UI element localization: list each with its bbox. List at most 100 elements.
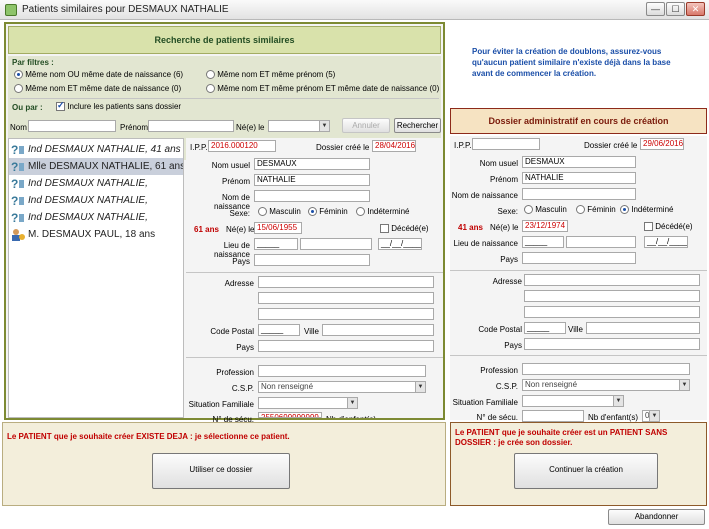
pays2-field[interactable] <box>258 340 434 352</box>
csp-combo[interactable]: Non renseigné ▼ <box>258 381 426 393</box>
search-nom-input[interactable] <box>28 120 116 132</box>
nom-usuel-field[interactable]: DESMAUX <box>254 158 370 170</box>
use-file-button[interactable]: Utiliser ce dossier <box>152 453 290 489</box>
results-list[interactable]: ? Ind DESMAUX NATHALIE, 41 ans ? Mlle DE… <box>8 138 184 418</box>
radio-icon[interactable] <box>308 207 317 217</box>
continue-creation-button[interactable]: Continuer la création <box>514 453 658 489</box>
sexe-indetermine[interactable]: Indéterminé <box>356 207 409 217</box>
list-item[interactable]: ? Mlle DESMAUX NATHALIE, 61 ans <box>9 158 183 175</box>
pays-field[interactable] <box>254 254 370 266</box>
list-item[interactable]: ? Ind DESMAUX NATHALIE, <box>9 175 183 192</box>
abandon-button[interactable]: Abandonner <box>608 509 705 525</box>
chevron-down-icon[interactable]: ▼ <box>649 411 659 421</box>
secu-field[interactable] <box>522 410 584 422</box>
radio-icon[interactable] <box>14 84 23 94</box>
include-without-file-checkbox[interactable]: Inclure les patients sans dossier <box>56 100 181 112</box>
sexe-masculin[interactable]: Masculin <box>524 205 567 215</box>
chevron-down-icon[interactable]: ▼ <box>415 382 425 392</box>
radio-icon[interactable] <box>206 84 215 94</box>
adresse-line-2[interactable] <box>258 292 434 304</box>
nom-naissance-field[interactable] <box>522 188 636 200</box>
created-field[interactable]: 29/06/2016 <box>640 138 684 150</box>
lieu-code-field[interactable]: _____ <box>522 236 564 248</box>
radio-icon[interactable] <box>206 70 215 80</box>
cp-field[interactable]: _____ <box>258 324 300 336</box>
list-item[interactable]: ? Ind DESMAUX NATHALIE, <box>9 192 183 209</box>
decede-checkbox[interactable]: Décédé(e) <box>644 222 693 232</box>
chevron-down-icon[interactable]: ▼ <box>613 396 623 406</box>
radio-icon[interactable] <box>620 205 629 215</box>
search-button[interactable]: Rechercher <box>394 118 441 133</box>
adresse-line-1[interactable] <box>524 274 700 286</box>
search-date-combo[interactable]: ▼ <box>268 120 330 132</box>
secu-field[interactable]: 2550699999999 <box>258 412 322 418</box>
lieu-ville-field[interactable] <box>300 238 372 250</box>
chevron-down-icon[interactable]: ▼ <box>319 121 329 131</box>
ville-label: Ville <box>304 327 319 336</box>
checkbox-icon[interactable] <box>380 224 389 234</box>
unknown-patient-icon: ? <box>11 143 24 156</box>
age-label: 61 ans <box>194 225 219 234</box>
lieu-ville-field[interactable] <box>566 236 636 248</box>
unknown-patient-icon: ? <box>11 177 24 190</box>
decede-date-field[interactable]: __/__/____ <box>644 236 688 248</box>
situation-label: Situation Familiale <box>188 400 254 409</box>
radio-icon[interactable] <box>576 205 585 215</box>
radio-icon[interactable] <box>356 207 365 217</box>
created-field[interactable]: 28/04/2016 <box>372 140 416 152</box>
situation-combo[interactable]: ▼ <box>258 397 358 409</box>
sexe-feminin[interactable]: Féminin <box>576 205 616 215</box>
ipp-field[interactable]: 2016.000120 <box>208 140 276 152</box>
list-item[interactable]: M. DESMAUX PAUL, 18 ans <box>9 226 183 243</box>
adresse-line-1[interactable] <box>258 276 434 288</box>
decede-date-field[interactable]: __/__/____ <box>378 238 422 250</box>
radio-icon[interactable] <box>258 207 267 217</box>
radio-icon[interactable] <box>524 205 533 215</box>
ville-label: Ville <box>568 325 583 334</box>
csp-combo[interactable]: Non renseigné ▼ <box>522 379 690 391</box>
search-prenom-input[interactable] <box>148 120 234 132</box>
sexe-masculin[interactable]: Masculin <box>258 207 301 217</box>
situation-combo[interactable]: ▼ <box>522 395 624 407</box>
minimize-button[interactable]: — <box>646 2 665 16</box>
adresse-line-3[interactable] <box>258 308 434 320</box>
cancel-button[interactable]: Annuler <box>342 118 390 133</box>
prenom-field[interactable]: NATHALIE <box>522 172 636 184</box>
radio-icon[interactable] <box>14 70 23 80</box>
nom-usuel-field[interactable]: DESMAUX <box>522 156 636 168</box>
pays-field[interactable] <box>522 252 636 264</box>
sexe-indetermine[interactable]: Indéterminé <box>620 205 673 215</box>
lieu-code-field[interactable]: _____ <box>254 238 298 250</box>
prenom-field[interactable]: NATHALIE <box>254 174 370 186</box>
checkbox-icon[interactable] <box>644 222 653 232</box>
ville-field[interactable] <box>586 322 700 334</box>
situation-label: Situation Familiale <box>452 398 518 407</box>
divider <box>450 270 707 271</box>
ville-field[interactable] <box>322 324 434 336</box>
filter-option-3[interactable]: Même nom ET même date de naissance (0) <box>14 84 181 94</box>
nom-naissance-field[interactable] <box>254 190 370 202</box>
pays-label: Pays <box>500 255 518 264</box>
pays2-field[interactable] <box>524 338 700 350</box>
ipp-field[interactable] <box>472 138 540 150</box>
profession-field[interactable] <box>522 363 690 375</box>
filter-option-4[interactable]: Même nom ET même prénom ET même date de … <box>206 84 439 94</box>
checkbox-icon[interactable] <box>56 100 65 112</box>
adresse-line-2[interactable] <box>524 290 700 302</box>
list-item[interactable]: ? Ind DESMAUX NATHALIE, <box>9 209 183 226</box>
maximize-button[interactable]: ☐ <box>666 2 685 16</box>
nele-field[interactable]: 15/06/1955 <box>254 222 302 234</box>
close-button[interactable]: ✕ <box>686 2 705 16</box>
filter-option-1[interactable]: Même nom OU même date de naissance (6) <box>14 70 183 80</box>
decede-checkbox[interactable]: Décédé(e) <box>380 224 429 234</box>
profession-field[interactable] <box>258 365 426 377</box>
filter-option-2[interactable]: Même nom ET même prénom (5) <box>206 70 335 80</box>
list-item[interactable]: ? Ind DESMAUX NATHALIE, 41 ans <box>9 141 183 158</box>
cp-field[interactable]: _____ <box>524 322 566 334</box>
chevron-down-icon[interactable]: ▼ <box>347 398 357 408</box>
chevron-down-icon[interactable]: ▼ <box>679 380 689 390</box>
sexe-feminin[interactable]: Féminin <box>308 207 348 217</box>
enfants-stepper[interactable]: 0 ▼ <box>642 410 660 422</box>
adresse-line-3[interactable] <box>524 306 700 318</box>
nele-field[interactable]: 23/12/1974 <box>522 220 568 232</box>
